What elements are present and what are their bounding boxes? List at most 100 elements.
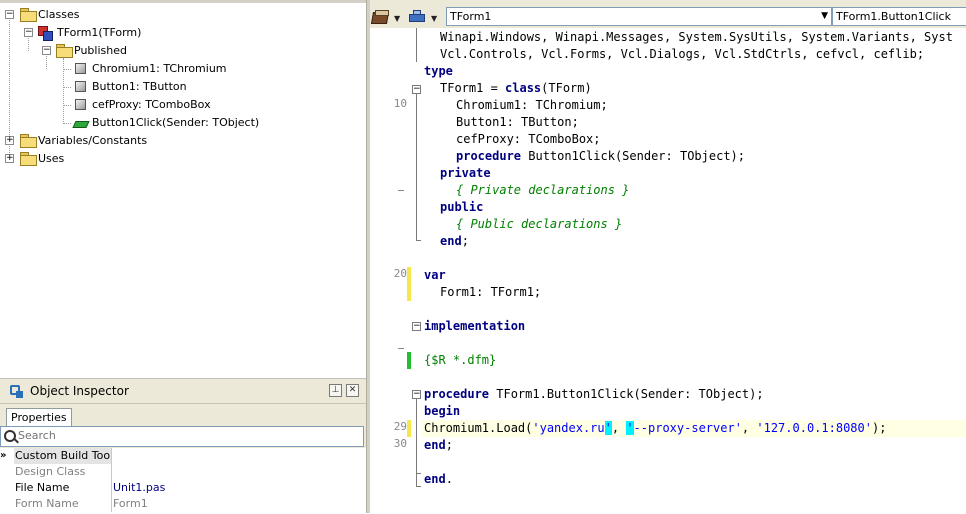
code-line: end;	[424, 438, 453, 452]
code-line: Vcl.Controls, Vcl.Forms, Vcl.Dialogs, Vc…	[440, 47, 925, 61]
fold-toggle[interactable]: −	[412, 390, 421, 399]
fold-end	[416, 240, 421, 241]
tree-line	[63, 105, 71, 106]
code-line: { Private declarations }	[456, 183, 630, 197]
object-inspector: Object Inspector ⊥ ✕ Properties » Custom…	[0, 378, 366, 514]
tree-item-label: Published	[74, 44, 127, 57]
tree-item-label: Uses	[38, 152, 65, 165]
code-line: Button1: TButton;	[456, 115, 579, 129]
property-row[interactable]: » Custom Build Tool	[0, 448, 366, 464]
property-name: Custom Build Tool	[14, 448, 112, 464]
tree-item-label: Button1: TButton	[92, 80, 187, 93]
code-line: Winapi.Windows, Winapi.Messages, System.…	[440, 30, 953, 44]
collapse-toggle[interactable]: −	[42, 46, 51, 55]
class-selector[interactable]: TForm1 ▼	[446, 7, 832, 26]
dropdown-arrow-icon[interactable]: ▼	[394, 14, 400, 23]
expand-toggle[interactable]: +	[5, 136, 14, 145]
structure-pane: − Classes − TForm1(TForm) − Published Ch…	[0, 0, 366, 378]
tree-item-label: Classes	[38, 8, 80, 21]
code-line: Form1: TForm1;	[440, 285, 542, 299]
line-marker	[398, 190, 404, 191]
modified-line-marker	[407, 267, 411, 301]
property-row[interactable]: Form Name Form1	[0, 496, 366, 512]
pin-icon[interactable]: ⊥	[329, 384, 342, 397]
code-line: private	[440, 166, 491, 180]
field-icon	[75, 99, 86, 110]
fold-line	[416, 94, 417, 240]
code-line: {$R *.dfm}	[424, 353, 497, 367]
code-line: procedure TForm1.Button1Click(Sender: TO…	[424, 387, 764, 401]
close-icon[interactable]: ✕	[346, 384, 359, 397]
property-row[interactable]: File Name Unit1.pas	[0, 480, 366, 496]
tree-item-label: Variables/Constants	[38, 134, 148, 147]
line-number: 29	[393, 420, 407, 433]
code-line: type	[424, 64, 453, 78]
code-editor[interactable]: Winapi.Windows, Winapi.Messages, System.…	[422, 28, 966, 513]
code-line: end;	[440, 234, 469, 248]
line-marker	[398, 348, 404, 349]
field-icon	[75, 81, 86, 92]
fold-end	[416, 486, 421, 487]
search-input[interactable]	[18, 428, 348, 443]
property-grid: » Custom Build Tool Design Class File Na…	[0, 448, 366, 514]
expand-arrow-icon[interactable]: »	[0, 448, 12, 464]
search-icon	[4, 430, 16, 442]
folder-icon	[20, 134, 37, 148]
code-line: implementation	[424, 319, 526, 333]
fold-line	[416, 438, 417, 486]
line-number: 10	[393, 97, 407, 110]
code-line: var	[424, 268, 446, 282]
editor-gutter: − − − 10 20 29 30	[370, 28, 422, 513]
object-inspector-icon	[8, 383, 24, 399]
property-value[interactable]: Unit1.pas	[113, 480, 165, 496]
tab-properties[interactable]: Properties	[6, 408, 72, 426]
tree-item-label: Button1Click(Sender: TObject)	[92, 116, 260, 129]
code-line: Chromium1.Load('yandex.ru', '--proxy-ser…	[424, 421, 887, 435]
tree-item-label: cefProxy: TComboBox	[92, 98, 211, 111]
code-line: { Public declarations }	[456, 217, 623, 231]
fold-toggle[interactable]: −	[412, 322, 421, 331]
collapse-toggle[interactable]: −	[5, 10, 14, 19]
navigate-icon[interactable]	[409, 10, 425, 24]
inspector-title-bar[interactable]: Object Inspector ⊥ ✕	[0, 379, 366, 404]
tree-item-label: TForm1(TForm)	[57, 26, 142, 39]
line-number: 20	[393, 267, 407, 280]
collapse-toggle[interactable]: −	[24, 28, 33, 37]
property-name: File Name	[14, 480, 112, 496]
tree-line	[63, 123, 71, 124]
tree-item-label: Chromium1: TChromium	[92, 62, 227, 75]
form-class-icon	[38, 26, 53, 41]
code-line: begin	[424, 404, 461, 418]
code-line: Chromium1: TChromium;	[456, 98, 608, 112]
folder-icon	[20, 152, 37, 166]
search-box[interactable]	[0, 426, 364, 447]
folder-icon	[20, 8, 37, 22]
tree-line	[28, 38, 29, 51]
method-selector[interactable]: TForm1.Button1Click	[832, 7, 966, 26]
property-row[interactable]: Design Class	[0, 464, 366, 480]
expand-toggle[interactable]: +	[5, 154, 14, 163]
dropdown-arrow-icon[interactable]: ▼	[431, 14, 437, 23]
tree-line	[63, 69, 71, 70]
code-line: public	[440, 200, 484, 214]
folder-icon	[56, 44, 73, 58]
property-name: Design Class	[14, 464, 112, 480]
code-line: cefProxy: TComboBox;	[456, 132, 601, 146]
saved-line-marker	[407, 352, 411, 369]
code-line: procedure Button1Click(Sender: TObject);	[456, 149, 745, 163]
chevron-down-icon: ▼	[821, 11, 828, 21]
tree-line	[63, 58, 64, 124]
class-selector-value: TForm1	[450, 10, 492, 23]
fold-toggle[interactable]: −	[412, 85, 421, 94]
field-icon	[75, 63, 86, 74]
property-value[interactable]: Form1	[113, 496, 148, 512]
method-icon	[72, 118, 90, 128]
modified-line-marker	[407, 420, 411, 437]
fold-line	[416, 28, 417, 62]
code-line: end.	[424, 472, 453, 486]
tree-line	[46, 56, 47, 69]
structure-top-border	[0, 0, 366, 3]
book-icon[interactable]	[370, 10, 390, 24]
inspector-title: Object Inspector	[30, 384, 129, 398]
code-line: TForm1 = class(TForm)	[440, 81, 592, 95]
